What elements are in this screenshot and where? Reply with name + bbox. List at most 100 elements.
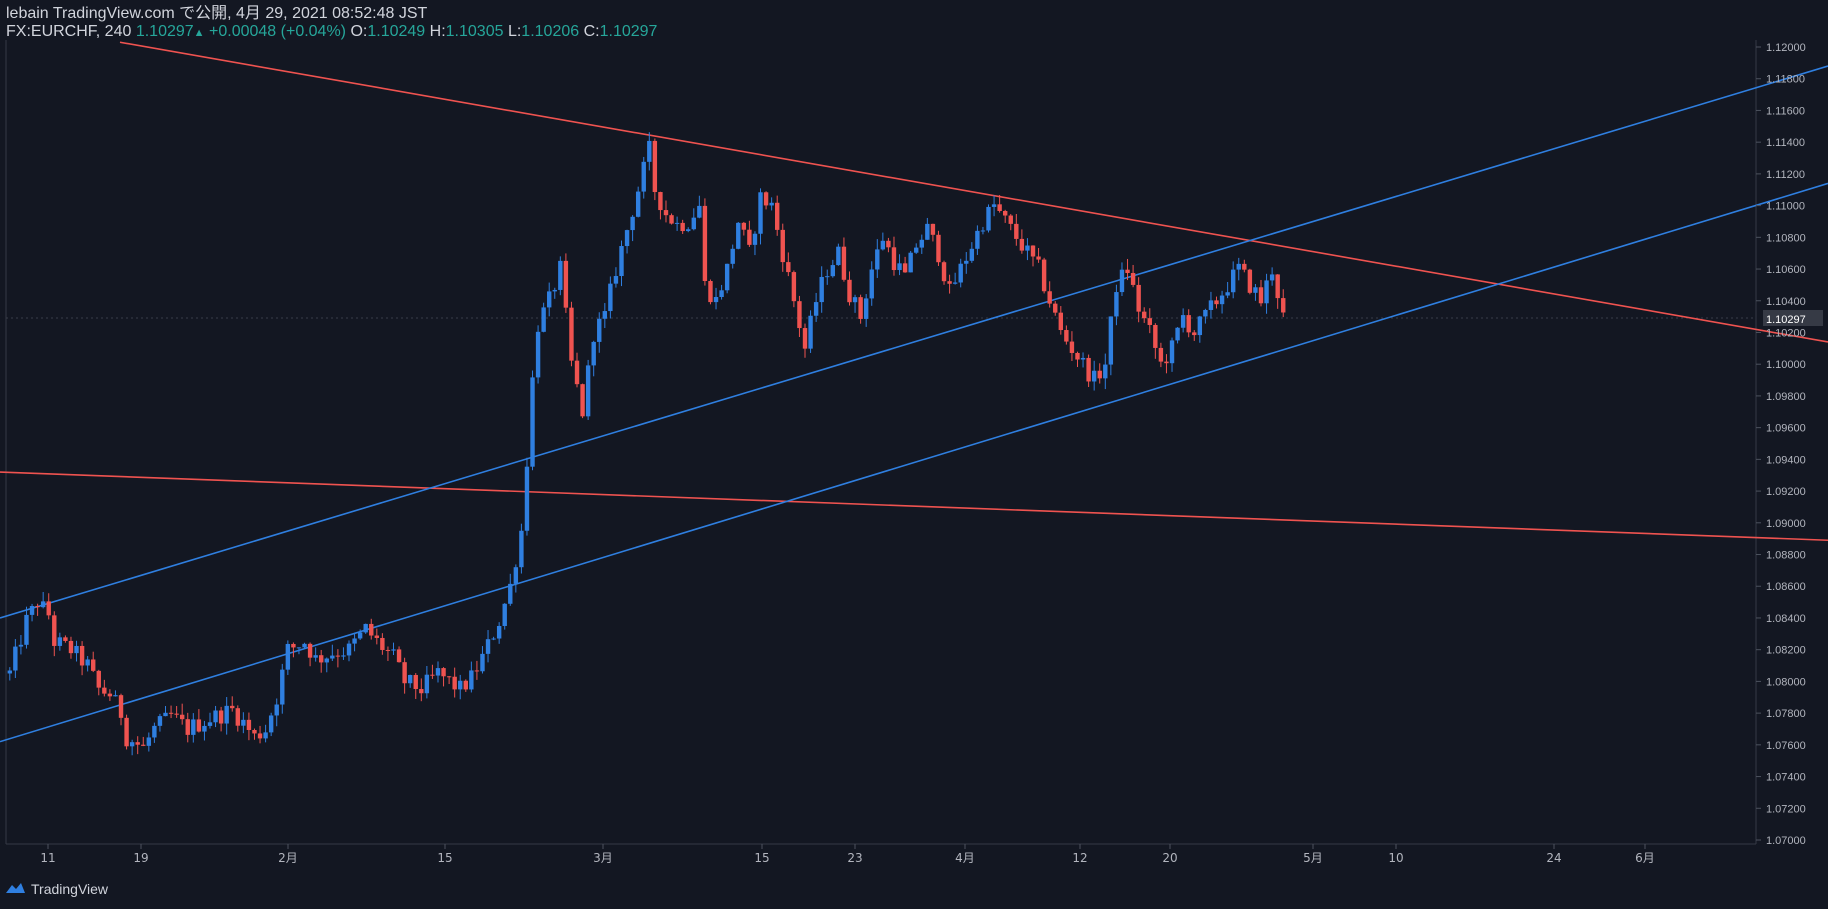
candle-body [952,282,958,284]
candle-body [274,704,279,716]
price-tick-label: 1.10800 [1766,232,1806,244]
candle-body [925,223,930,240]
candle-body [1047,291,1052,304]
candle-body [369,623,374,636]
candle-body [669,215,674,224]
candle-body [775,202,780,230]
candle-body [74,645,79,654]
candle-body [691,217,696,230]
candle-body [686,229,691,232]
candle-body [391,649,396,651]
time-tick-label: 11 [40,851,55,865]
candle-body [1014,223,1019,239]
tradingview-cloud-icon [4,880,26,897]
candle-body [941,262,947,282]
candle-body [441,668,446,677]
candle-body [296,647,302,649]
candle-body [1247,269,1253,293]
candle-body [980,230,986,232]
candle-body [63,637,68,641]
candle-body [919,239,924,248]
candle-body [246,719,252,730]
price-tick-label: 1.11400 [1766,137,1805,149]
candle-body [263,732,268,739]
candle-body [202,725,207,732]
price-tick-label: 1.12000 [1766,42,1806,54]
candle-body [986,206,991,231]
candle-body [330,655,335,659]
candle-body [46,601,51,616]
footer-branding[interactable]: TradingView [4,880,108,897]
time-tick-label: 15 [754,851,769,865]
candle-body [213,710,218,723]
candle-body [813,302,819,316]
candle-body [1281,298,1286,313]
price-tick-label: 1.09200 [1766,486,1806,498]
candle-body [319,655,324,663]
last-value: 1.10297 [135,23,194,40]
price-tick-label: 1.09800 [1766,391,1806,403]
candle-body [291,643,296,648]
candle-body [1091,370,1097,382]
candle-body [597,318,602,342]
candle-body [797,301,802,329]
candle-body [1258,287,1264,304]
candle-body [474,670,480,672]
candle-body [1264,280,1269,304]
candle-body [802,328,808,349]
candle-body [619,246,624,277]
price-tick-label: 1.11600 [1766,105,1805,117]
candle-body [908,252,913,273]
candle-body [858,297,863,319]
candle-body [825,276,830,278]
candle-body [758,192,763,234]
price-tick-label: 1.11200 [1766,169,1805,181]
time-tick-label: 6月 [1635,851,1655,865]
candle-body [902,263,908,273]
time-tick-label: 23 [847,851,862,865]
candle-body [791,272,797,302]
candle-body [268,715,274,733]
candle-body [1130,273,1136,285]
candle-body [79,645,85,666]
candle-body [958,263,963,283]
candle-body [741,222,747,230]
candle-body [591,341,596,366]
candle-body [57,637,63,646]
candle-body [52,615,57,646]
candle-body [563,260,569,308]
price-chart[interactable]: 1.12000 1.11800 1.11600 1.11400 1.11200 1.110… [0,0,1828,909]
candle-body [630,216,635,231]
candle-body [880,240,886,250]
candle-body [897,263,902,271]
candle-body [446,676,452,678]
symbol-label: FX:EURCHF, 240 [6,23,132,40]
close-value: 1.10297 [599,23,658,40]
candle-body [118,695,124,718]
candle-body [1203,309,1208,317]
candle-body [29,606,35,615]
time-tick-label: 5月 [1303,851,1323,865]
candle-body [780,229,785,263]
candle-body [702,205,708,282]
price-tick-label: 1.08000 [1766,676,1806,688]
candle-body [508,583,513,604]
candle-body [752,233,758,245]
candle-body [513,567,519,584]
candle-body [830,265,836,277]
candle-body [852,297,858,303]
candle-body [141,744,146,746]
candle-body [1019,238,1025,251]
candle-body [1041,259,1047,292]
candle-body [1208,300,1214,310]
candle-body [608,283,613,312]
candle-body [207,722,213,726]
candle-body [1225,292,1230,296]
candle-body [1002,210,1008,216]
candle-body [524,466,530,531]
candle-body [324,658,329,663]
candle-body [641,161,646,192]
candle-body [168,712,174,714]
candle-body [107,693,113,697]
candle-body [124,717,129,747]
